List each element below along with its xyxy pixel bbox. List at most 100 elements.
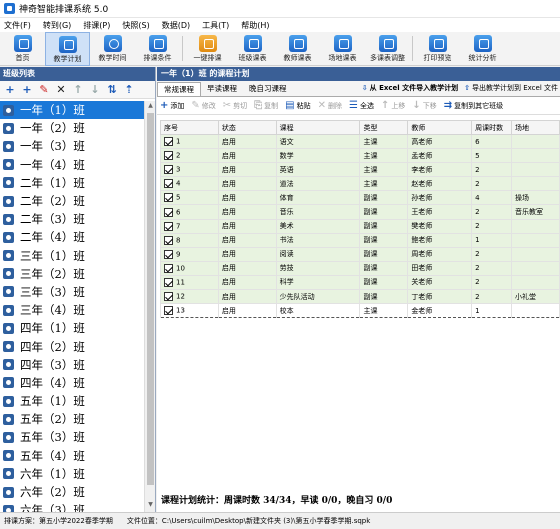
toolbar-button[interactable]: 教学计划 bbox=[45, 32, 90, 66]
toolbar-button[interactable]: 首页 bbox=[0, 32, 45, 66]
edit-tool-button[interactable]: ↑ 上移 bbox=[381, 100, 405, 111]
table-row[interactable]: 7 启用 美术 副课 樊老师 2 bbox=[160, 218, 560, 234]
edit-icon[interactable]: ✎ bbox=[37, 83, 51, 97]
menu-item[interactable]: 快照(S) bbox=[122, 20, 149, 31]
class-list-item[interactable]: 二年（3）班 bbox=[0, 210, 144, 228]
table-row[interactable]: 13 启用 校本 主课 金老师 1 bbox=[160, 303, 560, 319]
toolbar-button[interactable]: 排课条件 bbox=[135, 32, 180, 66]
tab-regular[interactable]: 常规课程 bbox=[157, 82, 201, 96]
class-list-item[interactable]: 四年（4）班 bbox=[0, 374, 144, 392]
class-list-item[interactable]: 一年（4）班 bbox=[0, 156, 144, 174]
row-checkbox[interactable] bbox=[164, 221, 173, 231]
arrow-up-icon[interactable]: ↑ bbox=[71, 83, 85, 97]
menu-item[interactable]: 文件(F) bbox=[4, 20, 31, 31]
sort-icon[interactable]: ⇅ bbox=[105, 83, 119, 97]
edit-tool-button[interactable]: ⎘ 复制 bbox=[254, 100, 278, 111]
class-list-item[interactable]: 二年（1）班 bbox=[0, 174, 144, 192]
class-list-item[interactable]: 三年（4）班 bbox=[0, 301, 144, 319]
class-list-item[interactable]: 一年（3）班 bbox=[0, 137, 144, 155]
edit-tool-button[interactable]: ☰ 全选 bbox=[349, 100, 374, 111]
add-child-icon[interactable]: + bbox=[20, 83, 34, 97]
class-list-scrollbar[interactable]: ▲ ▼ bbox=[144, 101, 155, 512]
row-checkbox[interactable] bbox=[164, 179, 173, 189]
column-header[interactable]: 状态 bbox=[217, 120, 277, 135]
table-row[interactable]: 3 启用 英语 主课 李老师 2 bbox=[160, 162, 560, 178]
row-checkbox[interactable] bbox=[164, 193, 173, 203]
table-row[interactable]: 10 启用 劳技 副课 田老师 2 bbox=[160, 260, 560, 276]
toolbar-button[interactable]: 打印预览 bbox=[415, 32, 460, 66]
row-checkbox[interactable] bbox=[164, 292, 173, 302]
toolbar-button[interactable]: 多课表调整 bbox=[365, 32, 410, 66]
column-header[interactable]: 场地 bbox=[511, 120, 560, 135]
table-row[interactable]: 9 启用 阅读 副课 周老师 2 bbox=[160, 246, 560, 262]
row-checkbox[interactable] bbox=[164, 249, 173, 259]
menu-item[interactable]: 转到(G) bbox=[43, 20, 71, 31]
toolbar-button[interactable]: 场地课表 bbox=[320, 32, 365, 66]
export-excel-link[interactable]: ⇧ 导出教学计划到 Excel 文件 bbox=[464, 83, 558, 93]
menu-item[interactable]: 工具(T) bbox=[202, 20, 229, 31]
edit-tool-button[interactable]: ✎ 修改 bbox=[191, 100, 215, 111]
scrollbar-thumb[interactable] bbox=[147, 113, 154, 485]
edit-tool-button[interactable]: ↓ 下移 bbox=[412, 100, 436, 111]
scroll-up-icon[interactable]: ▲ bbox=[145, 102, 156, 112]
class-list-item[interactable]: 五年（3）班 bbox=[0, 428, 144, 446]
class-list-item[interactable]: 四年（3）班 bbox=[0, 356, 144, 374]
table-row[interactable]: 5 启用 体育 副课 孙老师 4 操场 bbox=[160, 190, 560, 206]
class-list-item[interactable]: 二年（4）班 bbox=[0, 228, 144, 246]
column-header[interactable]: 序号 bbox=[160, 120, 219, 135]
row-checkbox[interactable] bbox=[164, 263, 173, 273]
class-list-item[interactable]: 一年（1）班 bbox=[0, 101, 144, 120]
column-header[interactable]: 周课时数 bbox=[471, 120, 513, 135]
tab-morning-reading[interactable]: 早读课程 bbox=[201, 82, 243, 96]
class-list-item[interactable]: 五年（4）班 bbox=[0, 447, 144, 465]
table-row[interactable]: 11 启用 科学 副课 关老师 2 bbox=[160, 274, 560, 291]
scroll-down-icon[interactable]: ▼ bbox=[145, 501, 156, 511]
class-list-item[interactable]: 五年（1）班 bbox=[0, 392, 144, 410]
row-checkbox[interactable] bbox=[164, 137, 173, 147]
delete-icon[interactable]: ✕ bbox=[54, 83, 68, 97]
column-header[interactable]: 教师 bbox=[407, 120, 473, 135]
class-list-item[interactable]: 六年（3）班 bbox=[0, 501, 144, 512]
class-list-item[interactable]: 四年（1）班 bbox=[0, 319, 144, 337]
class-list-item[interactable]: 三年（1）班 bbox=[0, 247, 144, 265]
table-row[interactable]: 12 启用 少先队活动 副课 丁老师 2 小礼堂 bbox=[160, 289, 560, 305]
class-list-item[interactable]: 二年（2）班 bbox=[0, 192, 144, 210]
edit-tool-button[interactable]: ✂ 剪切 bbox=[223, 100, 247, 111]
row-checkbox[interactable] bbox=[164, 306, 173, 316]
table-row[interactable]: 6 启用 音乐 副课 王老师 2 音乐教室 bbox=[160, 204, 560, 220]
move-top-icon[interactable]: ⇡ bbox=[122, 83, 136, 97]
class-list-item[interactable]: 四年（2）班 bbox=[0, 337, 144, 355]
edit-tool-button[interactable]: ⇉ 复制到其它班级 bbox=[444, 100, 503, 111]
import-excel-link[interactable]: ⇩ 从 Excel 文件导入教学计划 bbox=[362, 83, 458, 93]
class-list-item[interactable]: 六年（2）班 bbox=[0, 483, 144, 501]
menu-item[interactable]: 帮助(H) bbox=[241, 20, 269, 31]
table-row[interactable]: 8 启用 书法 副课 鲍老师 1 bbox=[160, 232, 560, 248]
toolbar-button[interactable]: 一键排课 bbox=[185, 32, 230, 66]
row-checkbox[interactable] bbox=[164, 165, 173, 175]
class-list-item[interactable]: 一年（2）班 bbox=[0, 119, 144, 137]
class-list-item[interactable]: 五年（2）班 bbox=[0, 410, 144, 428]
tab-evening-study[interactable]: 晚自习课程 bbox=[243, 82, 293, 96]
menu-item[interactable]: 数据(D) bbox=[162, 20, 190, 31]
table-row[interactable]: 2 启用 数学 主课 孟老师 5 bbox=[160, 148, 560, 164]
row-checkbox[interactable] bbox=[164, 235, 173, 245]
add-icon[interactable]: + bbox=[3, 83, 17, 97]
table-row[interactable]: 4 启用 道法 主课 赵老师 2 bbox=[160, 176, 560, 192]
column-header[interactable]: 类型 bbox=[359, 120, 409, 135]
column-header[interactable]: 课程 bbox=[275, 120, 361, 135]
table-row[interactable]: 1 启用 语文 主课 高老师 6 bbox=[160, 133, 560, 150]
menu-item[interactable]: 排课(P) bbox=[83, 20, 110, 31]
toolbar-button[interactable]: 班级课表 bbox=[230, 32, 275, 66]
class-list-item[interactable]: 三年（2）班 bbox=[0, 265, 144, 283]
toolbar-button[interactable]: 教师课表 bbox=[275, 32, 320, 66]
edit-tool-button[interactable]: ✕ 删除 bbox=[318, 100, 342, 111]
class-list-item[interactable]: 三年（3）班 bbox=[0, 283, 144, 301]
class-list-item[interactable]: 六年（1）班 bbox=[0, 465, 144, 483]
row-checkbox[interactable] bbox=[164, 277, 173, 287]
arrow-down-icon[interactable]: ↓ bbox=[88, 83, 102, 97]
row-checkbox[interactable] bbox=[164, 207, 173, 217]
edit-tool-button[interactable]: ▤ 粘贴 bbox=[285, 100, 310, 111]
row-checkbox[interactable] bbox=[164, 151, 173, 161]
toolbar-button[interactable]: 统计分析 bbox=[460, 32, 505, 66]
edit-tool-button[interactable]: + 添加 bbox=[160, 100, 184, 111]
